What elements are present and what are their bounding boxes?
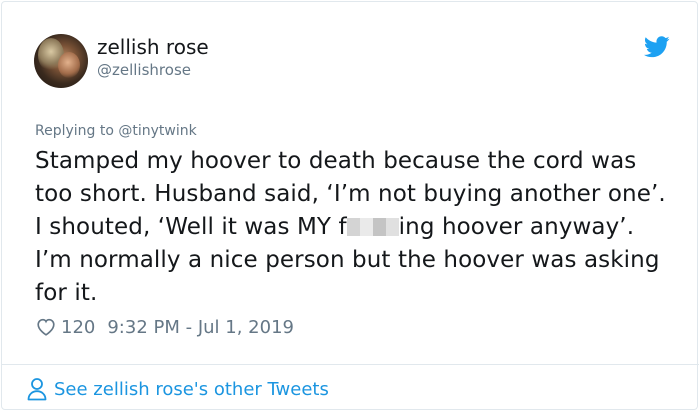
tweet-meta: 120 9:32 PM - Jul 1, 2019 xyxy=(35,314,294,340)
tweet-text: Stamped my hoover to death because the c… xyxy=(35,145,675,310)
see-other-tweets-label[interactable]: See zellish rose's other Tweets xyxy=(54,379,329,400)
avatar[interactable] xyxy=(34,34,88,88)
person-icon xyxy=(27,378,47,401)
divider xyxy=(2,364,699,365)
embedded-tweet-card: zellish rose @zellishrose Replying to @t… xyxy=(1,1,699,410)
twitter-bird-icon[interactable] xyxy=(644,36,670,58)
see-other-tweets-link[interactable]: See zellish rose's other Tweets xyxy=(26,375,329,403)
reply-context: Replying to @tinytwink xyxy=(35,123,197,139)
tweet-timestamp[interactable]: 9:32 PM - Jul 1, 2019 xyxy=(107,317,294,338)
author-handle[interactable]: @zellishrose xyxy=(97,61,191,79)
reply-prefix: Replying to xyxy=(35,123,119,139)
like-count[interactable]: 120 xyxy=(61,317,95,338)
reply-to-handle[interactable]: @tinytwink xyxy=(118,123,196,139)
censor-blur xyxy=(346,218,399,236)
author-display-name[interactable]: zellish rose xyxy=(97,35,209,59)
heart-icon[interactable] xyxy=(35,316,57,338)
avatar-photo-detail xyxy=(58,52,80,78)
